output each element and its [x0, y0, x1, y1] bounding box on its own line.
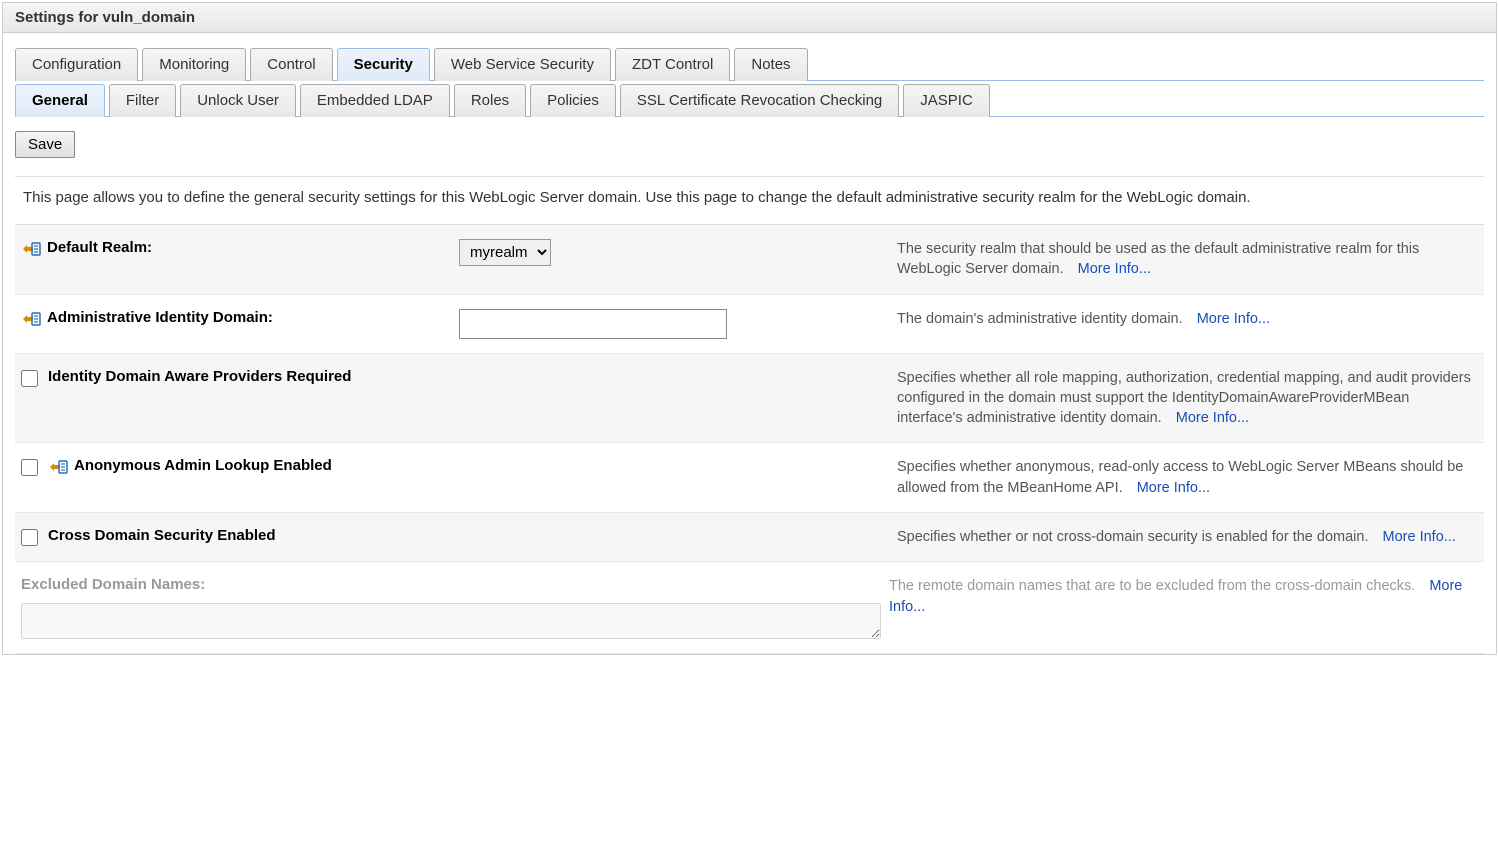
label-anonymous-admin-lookup: Anonymous Admin Lookup Enabled	[21, 457, 889, 476]
tab-control[interactable]: Control	[250, 48, 332, 81]
main-tab-row: ConfigurationMonitoringControlSecurityWe…	[15, 33, 1484, 81]
label-identity-aware-required: Identity Domain Aware Providers Required	[21, 368, 889, 387]
restart-required-icon	[21, 240, 41, 258]
sub-tab-row: GeneralFilterUnlock UserEmbedded LDAPRol…	[15, 81, 1484, 117]
tab-web-service-security[interactable]: Web Service Security	[434, 48, 611, 81]
label-text-admin-identity-domain: Administrative Identity Domain:	[47, 309, 273, 326]
label-text-cross-domain-security: Cross Domain Security Enabled	[48, 527, 276, 544]
restart-required-icon	[48, 458, 68, 476]
row-anonymous-admin-lookup: Anonymous Admin Lookup Enabled Specifies…	[15, 443, 1484, 513]
subtab-embedded-ldap[interactable]: Embedded LDAP	[300, 84, 450, 117]
help-text: The remote domain names that are to be e…	[889, 578, 1415, 594]
subtab-general[interactable]: General	[15, 84, 105, 117]
row-cross-domain-security: Cross Domain Security Enabled Specifies …	[15, 513, 1484, 562]
help-admin-identity-domain: The domain's administrative identity dom…	[897, 309, 1478, 329]
label-text-default-realm: Default Realm:	[47, 239, 152, 256]
subtab-filter[interactable]: Filter	[109, 84, 176, 117]
checkbox-anonymous-admin-lookup[interactable]	[21, 459, 38, 476]
select-default-realm[interactable]: myrealm	[459, 239, 551, 266]
more-info-link[interactable]: More Info...	[1137, 480, 1210, 496]
tab-configuration[interactable]: Configuration	[15, 48, 138, 81]
tab-security[interactable]: Security	[337, 48, 430, 81]
more-info-link[interactable]: More Info...	[1176, 410, 1249, 426]
label-text-identity-aware-required: Identity Domain Aware Providers Required	[48, 368, 351, 385]
checkbox-identity-aware-required[interactable]	[21, 370, 38, 387]
checkbox-cross-domain-security[interactable]	[21, 529, 38, 546]
help-cross-domain-security: Specifies whether or not cross-domain se…	[897, 527, 1478, 547]
help-anonymous-admin-lookup: Specifies whether anonymous, read-only a…	[897, 457, 1478, 498]
help-text: Specifies whether or not cross-domain se…	[897, 529, 1368, 545]
tab-notes[interactable]: Notes	[734, 48, 807, 81]
row-identity-aware-required: Identity Domain Aware Providers Required…	[15, 354, 1484, 444]
settings-panel: Settings for vuln_domain ConfigurationMo…	[2, 2, 1497, 655]
label-text-anonymous-admin-lookup: Anonymous Admin Lookup Enabled	[74, 457, 332, 474]
textarea-excluded-domain-names[interactable]	[21, 603, 881, 639]
subtab-jaspic[interactable]: JASPIC	[903, 84, 990, 117]
page-description: This page allows you to define the gener…	[15, 189, 1484, 224]
divider	[15, 176, 1484, 177]
button-row: Save	[15, 117, 1484, 168]
more-info-link[interactable]: More Info...	[1197, 311, 1270, 327]
subtab-unlock-user[interactable]: Unlock User	[180, 84, 296, 117]
tab-zdt-control[interactable]: ZDT Control	[615, 48, 730, 81]
more-info-link[interactable]: More Info...	[1078, 261, 1151, 277]
tab-monitoring[interactable]: Monitoring	[142, 48, 246, 81]
control-admin-identity-domain	[459, 309, 889, 339]
subtab-policies[interactable]: Policies	[530, 84, 616, 117]
label-default-realm: Default Realm:	[21, 239, 451, 258]
label-excluded-domain-names: Excluded Domain Names:	[21, 576, 881, 593]
form-section: Default Realm: myrealm The security real…	[15, 224, 1484, 654]
content-area: ConfigurationMonitoringControlSecurityWe…	[3, 33, 1496, 654]
left-excluded-domain-names: Excluded Domain Names:	[21, 576, 881, 639]
page-title: Settings for vuln_domain	[3, 3, 1496, 33]
help-text: The security realm that should be used a…	[897, 241, 1419, 277]
help-default-realm: The security realm that should be used a…	[897, 239, 1478, 280]
help-text: The domain's administrative identity dom…	[897, 311, 1183, 327]
help-identity-aware-required: Specifies whether all role mapping, auth…	[897, 368, 1478, 429]
subtab-roles[interactable]: Roles	[454, 84, 526, 117]
more-info-link[interactable]: More Info...	[1383, 529, 1456, 545]
input-admin-identity-domain[interactable]	[459, 309, 727, 339]
help-excluded-domain-names: The remote domain names that are to be e…	[889, 576, 1478, 617]
row-default-realm: Default Realm: myrealm The security real…	[15, 225, 1484, 295]
control-default-realm: myrealm	[459, 239, 889, 266]
save-button[interactable]: Save	[15, 131, 75, 158]
label-cross-domain-security: Cross Domain Security Enabled	[21, 527, 889, 546]
label-admin-identity-domain: Administrative Identity Domain:	[21, 309, 451, 328]
row-admin-identity-domain: Administrative Identity Domain: The doma…	[15, 295, 1484, 354]
row-excluded-domain-names: Excluded Domain Names: The remote domain…	[15, 562, 1484, 654]
restart-required-icon	[21, 310, 41, 328]
subtab-ssl-certificate-revocation-checking[interactable]: SSL Certificate Revocation Checking	[620, 84, 899, 117]
